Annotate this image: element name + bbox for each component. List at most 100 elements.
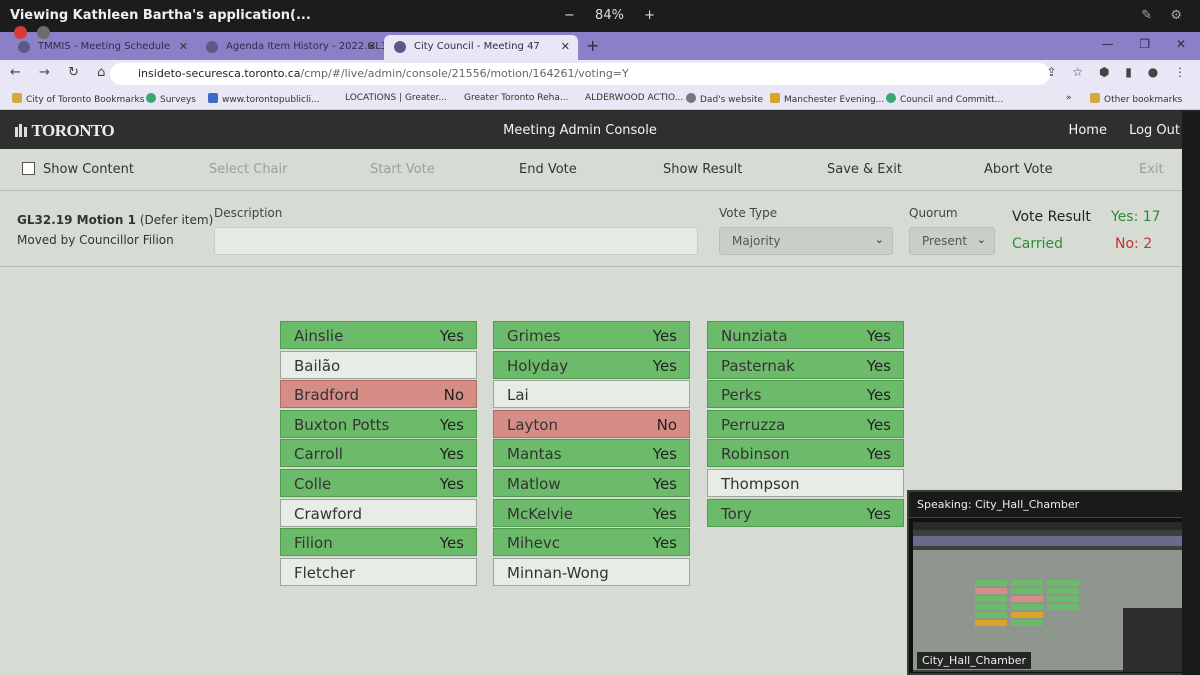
vote-type-select[interactable]: Majority ⌄ <box>719 227 893 255</box>
tab-city-council[interactable]: City Council - Meeting 47 ✕ <box>384 35 578 60</box>
councillor-name: Nunziata <box>721 327 788 345</box>
councillor-name: McKelvie <box>507 504 573 523</box>
councillor-row[interactable]: Mihevc Yes <box>493 528 690 557</box>
sidepanel-icon[interactable]: ▮ <box>1125 65 1132 79</box>
participant-indicators <box>14 24 55 43</box>
bookmark-item[interactable]: www.torontopublicli... <box>208 93 320 105</box>
zoom-control: − 84% + <box>556 8 663 23</box>
scrollbar[interactable] <box>1182 111 1200 675</box>
vote-value: Yes <box>866 445 891 464</box>
show-content-toggle[interactable]: Show Content <box>22 162 134 177</box>
councillor-name: Holyday <box>507 356 569 375</box>
home-icon[interactable]: ⌂ <box>97 65 105 80</box>
no-count: No: 2 <box>1115 236 1153 252</box>
bookmark-item[interactable]: LOCATIONS | Greater... <box>345 93 447 103</box>
bookmark-item[interactable]: ALDERWOOD ACTIO... <box>585 93 683 103</box>
profile-icon[interactable]: ● <box>1148 65 1158 79</box>
councillor-name: Colle <box>294 474 332 493</box>
tab-agenda-history[interactable]: Agenda Item History - 2022.GL32.19 ✕ <box>196 35 384 60</box>
councillor-row[interactable]: Holyday Yes <box>493 350 690 379</box>
close-tab-icon[interactable]: ✕ <box>561 40 570 53</box>
checkbox[interactable] <box>22 162 35 175</box>
bookmark-item[interactable]: City of Toronto Bookmarks <box>12 93 144 105</box>
councillor-row[interactable]: Ainslie Yes <box>280 321 477 349</box>
vote-result-label: Vote Result <box>1012 209 1091 225</box>
new-tab-icon[interactable]: + <box>586 36 599 55</box>
vote-value: Yes <box>652 327 677 345</box>
more-bookmarks-icon[interactable]: » <box>1066 93 1072 103</box>
home-link[interactable]: Home <box>1069 123 1107 138</box>
vote-toolbar: Show Content Select Chair Start Vote End… <box>0 149 1182 191</box>
abort-vote-button[interactable]: Abort Vote <box>984 162 1053 177</box>
share-icon[interactable]: ⇪ <box>1046 65 1056 79</box>
star-icon[interactable]: ☆ <box>1072 65 1083 79</box>
quorum-select[interactable]: Present ⌄ <box>909 227 995 255</box>
menu-icon[interactable]: ⋮ <box>1174 65 1186 79</box>
close-tab-icon[interactable]: ✕ <box>179 40 188 53</box>
tab-label: Agenda Item History - 2022.GL32.19 <box>226 41 384 52</box>
councillor-row[interactable]: Lai <box>493 380 690 409</box>
councillor-row[interactable]: Carroll Yes <box>280 439 477 468</box>
description-field[interactable] <box>214 227 698 255</box>
councillor-row[interactable]: Fletcher <box>280 557 477 586</box>
select-chair-button[interactable]: Select Chair <box>209 162 287 177</box>
restore-icon[interactable]: ❐ <box>1139 37 1150 51</box>
councillor-row[interactable]: Colle Yes <box>280 468 477 497</box>
settings-icon[interactable]: ⚙ <box>1170 8 1182 23</box>
councillor-row[interactable]: Perks Yes <box>707 380 904 409</box>
councillor-name: Mantas <box>507 445 562 464</box>
councillor-name: Fletcher <box>294 563 356 582</box>
councillor-row[interactable]: Grimes Yes <box>493 321 690 349</box>
logout-link[interactable]: Log Out <box>1129 123 1180 138</box>
bookmark-item[interactable]: Surveys <box>146 93 196 105</box>
exit-button[interactable]: Exit <box>1139 162 1164 177</box>
councillor-row[interactable]: Nunziata Yes <box>707 321 904 349</box>
councillor-row[interactable]: Tory Yes <box>707 498 904 527</box>
minimize-icon[interactable]: — <box>1102 37 1114 51</box>
browser-actions: ⇪ ☆ ⬢ ▮ ● ⋮ <box>1034 65 1186 79</box>
councillor-column-2: Grimes Yes Holyday Yes Lai Layton No Mantas Yes M… <box>493 321 690 587</box>
video-thumbnail[interactable] <box>913 522 1183 672</box>
councillor-name: Minnan-Wong <box>507 563 609 582</box>
councillor-row[interactable]: Crawford <box>280 498 477 527</box>
councillor-row[interactable]: Matlow Yes <box>493 468 690 497</box>
back-icon[interactable]: ← <box>10 65 21 80</box>
other-bookmarks[interactable]: Other bookmarks <box>1090 93 1182 105</box>
councillor-row[interactable]: Mantas Yes <box>493 439 690 468</box>
councillor-row[interactable]: Minnan-Wong <box>493 557 690 586</box>
forward-icon[interactable]: → <box>39 65 50 80</box>
zoom-in-button[interactable]: + <box>644 8 655 23</box>
browser-tab-strip: TMMIS - Meeting Schedule ✕ Agenda Item H… <box>0 32 1200 60</box>
close-tab-icon[interactable]: ✕ <box>367 40 376 53</box>
councillor-row[interactable]: Bradford No <box>280 380 477 409</box>
zoom-out-button[interactable]: − <box>564 8 575 23</box>
councillor-row[interactable]: Thompson <box>707 468 904 497</box>
description-label: Description <box>214 206 283 220</box>
councillor-name: Perks <box>721 386 762 405</box>
annotate-icon[interactable]: ✎ <box>1141 8 1152 23</box>
reload-icon[interactable]: ↻ <box>68 65 79 80</box>
save-exit-button[interactable]: Save & Exit <box>827 162 902 177</box>
councillor-name: Lai <box>507 386 529 405</box>
councillor-row[interactable]: Layton No <box>493 409 690 438</box>
councillor-row[interactable]: Robinson Yes <box>707 439 904 468</box>
councillor-name: Robinson <box>721 445 790 464</box>
bookmark-item[interactable]: Manchester Evening... <box>770 93 884 105</box>
councillor-row[interactable]: McKelvie Yes <box>493 498 690 527</box>
end-vote-button[interactable]: End Vote <box>519 162 577 177</box>
councillor-row[interactable]: Filion Yes <box>280 528 477 557</box>
councillor-row[interactable]: Bailão <box>280 350 477 379</box>
councillor-name: Tory <box>721 504 752 523</box>
councillor-name: Mihevc <box>507 534 560 553</box>
councillor-row[interactable]: Pasternak Yes <box>707 350 904 379</box>
close-window-icon[interactable]: ✕ <box>1176 37 1186 51</box>
show-result-button[interactable]: Show Result <box>663 162 742 177</box>
bookmark-item[interactable]: Dad's website <box>686 93 763 105</box>
extensions-icon[interactable]: ⬢ <box>1099 65 1109 79</box>
councillor-row[interactable]: Perruzza Yes <box>707 409 904 438</box>
start-vote-button[interactable]: Start Vote <box>370 162 435 177</box>
url-field[interactable]: insideto-securesca.toronto.ca/cmp/#/live… <box>110 63 1050 85</box>
bookmark-item[interactable]: Council and Committ... <box>886 93 1003 105</box>
bookmark-item[interactable]: Greater Toronto Reha... <box>464 93 568 103</box>
councillor-row[interactable]: Buxton Potts Yes <box>280 409 477 438</box>
